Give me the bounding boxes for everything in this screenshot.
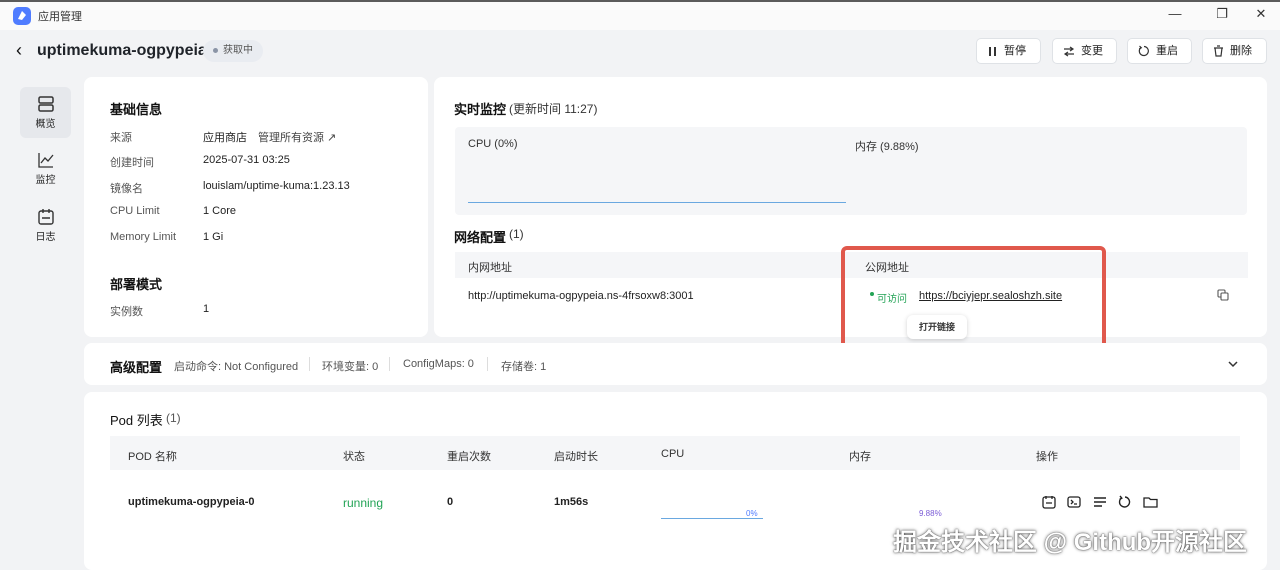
restart-icon — [1118, 495, 1131, 508]
pod-name-header: POD 名称 — [128, 451, 177, 463]
back-button[interactable]: ‹ — [16, 40, 22, 61]
pod-restarts: 0 — [447, 496, 454, 508]
divider — [309, 357, 310, 371]
pod-uptime-header: 启动时长 — [554, 451, 598, 463]
pod-terminal-button[interactable] — [1067, 495, 1081, 512]
nav-label-logs: 日志 — [35, 232, 56, 243]
title-bar — [0, 0, 1280, 30]
divider — [487, 357, 488, 371]
nav-label-overview: 概览 — [35, 119, 56, 130]
pause-label: 暂停 — [1004, 45, 1026, 57]
page-title: uptimekuma-ogpypeia — [37, 42, 207, 59]
log-icon — [37, 209, 54, 225]
network-title: 网络配置 — [454, 230, 507, 245]
pod-cpu-sparkline — [661, 518, 763, 519]
internal-address-header: 内网地址 — [468, 262, 512, 274]
pod-memory-value: 9.88% — [919, 509, 942, 518]
chevron-down-icon — [1228, 361, 1238, 368]
copy-icon — [1217, 289, 1229, 301]
internal-address-value[interactable]: http://uptimekuma-ogpypeia.ns-4frsoxw8:3… — [468, 290, 694, 302]
nav-item-overview[interactable]: 概览 — [20, 87, 71, 138]
memory-limit-label: Memory Limit — [110, 231, 177, 243]
pod-name: uptimekuma-ogpypeia-0 — [128, 496, 255, 508]
image-value: louislam/uptime-kuma:1.23.13 — [203, 180, 350, 192]
pod-status: running — [343, 496, 384, 510]
basic-info-title: 基础信息 — [110, 102, 163, 117]
storage-volumes: 存储卷: 1 — [501, 361, 547, 373]
status-badge: 获取中 — [203, 40, 263, 62]
close-window-button[interactable]: ✕ — [1251, 6, 1271, 22]
app-title: 应用管理 — [38, 11, 82, 23]
pause-button[interactable]: 暂停 — [976, 38, 1041, 64]
pod-detail-button[interactable] — [1093, 495, 1107, 512]
chart-icon — [37, 153, 53, 168]
memory-chart-label: 内存 (9.88%) — [855, 141, 919, 153]
image-label: 镜像名 — [110, 183, 143, 195]
env-vars: 环境变量: 0 — [322, 361, 379, 373]
update-button[interactable]: 变更 — [1052, 38, 1117, 64]
source-value: 应用商店 — [203, 132, 247, 144]
source-label: 来源 — [110, 132, 132, 144]
pod-restarts-header: 重启次数 — [447, 451, 491, 463]
cpu-limit-label: CPU Limit — [110, 205, 160, 217]
restore-button[interactable]: ❐ — [1212, 6, 1232, 22]
trash-icon — [1214, 45, 1223, 57]
divider — [389, 357, 390, 371]
replicas-value: 1 — [203, 303, 210, 315]
pod-memory-header: 内存 — [849, 451, 871, 463]
cpu-chart-line — [468, 202, 846, 203]
restart-button[interactable]: 重启 — [1127, 38, 1192, 64]
monitor-title: 实时监控 — [454, 102, 507, 117]
replicas-label: 实例数 — [110, 306, 143, 318]
restart-icon — [1138, 45, 1149, 57]
cpu-limit-value: 1 Core — [203, 205, 237, 217]
app-logo-icon — [13, 7, 31, 25]
log-icon — [1042, 496, 1056, 509]
pod-uptime: 1m56s — [554, 496, 589, 508]
restart-label: 重启 — [1156, 45, 1178, 57]
pod-cpu-value: 0% — [746, 509, 758, 518]
swap-icon — [1063, 46, 1075, 56]
pod-count: (1) — [166, 411, 181, 425]
deploy-mode-title: 部署模式 — [110, 277, 163, 292]
nav-item-logs[interactable]: 日志 — [20, 200, 71, 251]
pod-log-button[interactable] — [1042, 495, 1056, 512]
pod-files-button[interactable] — [1143, 495, 1158, 512]
network-count: (1) — [509, 227, 524, 241]
expand-button[interactable] — [1227, 358, 1239, 373]
pod-restart-button[interactable] — [1118, 495, 1132, 512]
nav-item-monitor[interactable]: 监控 — [20, 143, 71, 194]
pod-actions-header: 操作 — [1036, 451, 1058, 463]
monitor-updated: (更新时间 11:27) — [509, 102, 598, 116]
created-label: 创建时间 — [110, 157, 154, 169]
pod-list-title: Pod 列表 — [110, 413, 163, 428]
server-icon — [37, 96, 54, 112]
copy-button[interactable] — [1217, 289, 1229, 304]
highlight-box — [841, 246, 1106, 356]
start-command: 启动命令: Not Configured — [174, 361, 299, 373]
memory-limit-value: 1 Gi — [203, 231, 224, 243]
cpu-chart-label: CPU (0%) — [468, 138, 518, 150]
watermark: 掘金技术社区 @ Github开源社区 — [893, 529, 1248, 556]
delete-button[interactable]: 删除 — [1202, 38, 1267, 64]
pod-cpu-header: CPU — [661, 448, 685, 460]
created-value: 2025-07-31 03:25 — [203, 154, 290, 166]
delete-label: 删除 — [1230, 45, 1252, 57]
nav-label-monitor: 监控 — [35, 175, 56, 186]
folder-icon — [1143, 497, 1158, 508]
update-label: 变更 — [1081, 45, 1103, 57]
side-nav: 概览 监控 日志 — [20, 77, 71, 337]
configmaps: ConfigMaps: 0 — [403, 358, 474, 370]
pause-icon — [989, 46, 996, 56]
terminal-icon — [1067, 496, 1081, 508]
detail-icon — [1094, 497, 1106, 507]
advanced-config-title: 高级配置 — [110, 360, 163, 375]
manage-resources-link[interactable]: 管理所有资源 ↗ — [258, 129, 336, 145]
minimize-button[interactable]: — — [1165, 6, 1185, 21]
pod-status-header: 状态 — [343, 451, 365, 463]
